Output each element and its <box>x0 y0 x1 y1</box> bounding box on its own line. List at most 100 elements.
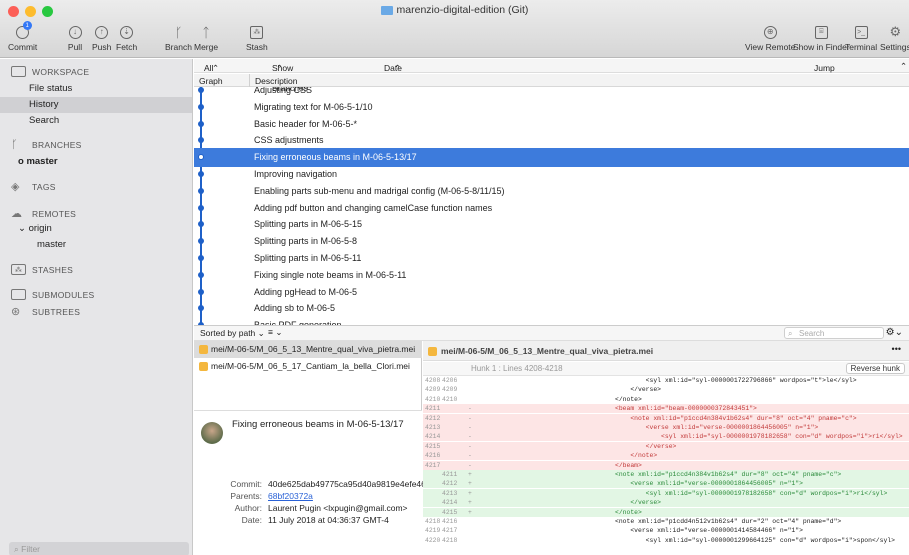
pull-button[interactable]: ↓ Pull <box>66 23 84 52</box>
diff-marker: - <box>468 433 472 441</box>
diff-line[interactable]: 4220 4218 <syl xml:id="syl-00000012996641… <box>423 536 909 545</box>
line-number: 4216 <box>425 452 441 460</box>
diff-code: </beam> <box>615 461 642 469</box>
diff-marker: + <box>468 489 472 497</box>
sidebar-item-search[interactable]: Search <box>0 113 192 129</box>
diff-line-removed[interactable]: 4211 - <beam xml:id="beam-0000000372843451… <box>423 404 909 414</box>
diff-line-removed[interactable]: 4214 - <syl xml:id="syl-0000001978182658"… <box>423 432 909 442</box>
chevron-down-icon: ⌄ <box>18 223 29 234</box>
files-search-input[interactable]: ⌕ Search <box>784 327 884 339</box>
file-row[interactable]: mei/M-06-5/M_06_5_13_Mentre_qual_viva_pi… <box>194 341 422 358</box>
diff-line[interactable]: 4219 4217 <verse xml:id="verse-0000001414… <box>423 526 909 535</box>
show-in-finder-button[interactable]: ⌸ Show in Finder <box>793 23 850 52</box>
branch-button[interactable]: ᚴ Branch <box>165 23 192 53</box>
stash-button[interactable]: ⁂ Stash <box>246 23 268 52</box>
line-number: 4208 <box>425 377 441 384</box>
diff-line-removed[interactable]: 4212 - <note xml:id="p1ccd4n384v1b62s4" d… <box>423 413 909 423</box>
commit-node-icon <box>198 271 204 278</box>
chevron-updown-icon: ⌃ <box>276 63 284 73</box>
diff-line-removed[interactable]: 4216 - </note> <box>423 451 909 461</box>
sidebar-filter-input[interactable]: ⌕ Filter <box>9 542 189 555</box>
line-number: 4217 <box>425 461 441 469</box>
merge-button[interactable]: ᛏ Merge <box>194 23 218 53</box>
gear-icon[interactable]: ⚙⌄ <box>886 327 903 338</box>
diff-marker: - <box>468 424 472 431</box>
sidebar-item-master[interactable]: o master <box>0 154 192 170</box>
remotes-section[interactable]: ☁ REMOTES <box>11 207 76 220</box>
commit-button[interactable]: 1 Commit <box>8 21 37 52</box>
graph-column-header[interactable]: Graph <box>199 76 223 86</box>
commit-node-icon <box>198 204 204 211</box>
more-options-button[interactable]: ••• <box>892 344 901 354</box>
branch-icon: ᚴ <box>11 139 18 151</box>
diff-line-removed[interactable]: 4213 - <verse xml:id="verse-0000001864456… <box>423 423 909 432</box>
chevron-updown-icon[interactable]: ⌃ <box>900 61 907 72</box>
fetch-button[interactable]: ⇣ Fetch <box>116 23 137 52</box>
diff-code: <syl xml:id="syl-0000001978182658" con="… <box>615 489 888 497</box>
terminal-button[interactable]: >_ Terminal <box>845 23 877 52</box>
line-number: 4212 <box>425 414 441 422</box>
commit-node-icon <box>198 305 204 312</box>
branches-section[interactable]: ᚴ BRANCHES <box>11 139 82 151</box>
parent-hash-link[interactable]: 68bf20372a <box>268 491 313 501</box>
modified-file-icon <box>428 347 437 356</box>
stashes-section[interactable]: ⁂ STASHES <box>11 264 73 275</box>
avatar <box>201 422 223 444</box>
list-view-icon[interactable]: ≡ ⌄ <box>268 327 282 338</box>
sidebar-item-history[interactable]: History <box>0 97 192 113</box>
line-number: 4211 <box>425 405 441 413</box>
push-button[interactable]: ↑ Push <box>92 23 111 52</box>
diff-line-added[interactable]: 4211 + <note xml:id="p1ccd4n384v1b62s4" du… <box>423 470 909 479</box>
diff-marker: + <box>468 480 472 488</box>
diff-line-added[interactable]: 4215 + </note> <box>423 507 909 517</box>
diff-code: <syl xml:id="syl-0000001299664125" con="… <box>615 536 895 544</box>
diff-header: mei/M-06-5/M_06_5_13_Mentre_qual_viva_pi… <box>423 341 909 361</box>
column-divider[interactable] <box>249 74 250 87</box>
file-row[interactable]: mei/M-06-5/M_06_5_17_Cantiam_la_bella_Cl… <box>194 358 422 375</box>
view-remote-button[interactable]: ⊕ View Remote <box>745 23 795 52</box>
commit-row[interactable]: Basic PDF generation <box>194 316 909 325</box>
folder-icon <box>380 5 393 15</box>
commit-node-icon <box>198 221 204 228</box>
diff-line[interactable]: 4210 4210 </note> <box>423 395 909 404</box>
tags-section[interactable]: ◈ TAGS <box>11 180 56 193</box>
diff-line[interactable]: 4208 4206 <syl xml:id="syl-00000017227968… <box>423 376 909 385</box>
chevron-updown-icon: ⌃ <box>394 63 402 73</box>
diff-code: </verse> <box>615 499 662 507</box>
title-toolbar: marenzio-digital-edition (Git) 1 Commit … <box>0 0 909 58</box>
sidebar-item-file-status[interactable]: File status <box>0 81 192 97</box>
subtrees-section[interactable]: ⊛ SUBTREES <box>11 305 80 318</box>
diff-code: <verse xml:id="verse-0000001414584466" n… <box>615 527 803 535</box>
reverse-hunk-button[interactable]: Reverse hunk <box>845 363 905 374</box>
diff-line-added[interactable]: 4212 + <verse xml:id="verse-0000001864456… <box>423 479 909 489</box>
diff-line-removed[interactable]: 4217 - </beam> <box>423 460 909 470</box>
sidebar-item-origin-master[interactable]: master <box>0 237 192 253</box>
terminal-icon: >_ <box>852 23 870 41</box>
parents-row: Parents: 68bf20372a <box>230 491 313 501</box>
line-number: 4209 <box>442 386 458 394</box>
settings-button[interactable]: ⚙ Settings <box>880 23 909 52</box>
sort-dropdown[interactable]: Sorted by path ⌄ <box>200 328 265 339</box>
commit-node-icon <box>198 137 204 144</box>
line-number: 4213 <box>442 489 458 497</box>
commit-icon: 1 <box>14 21 32 41</box>
sidebar-item-origin[interactable]: ⌄ origin <box>0 221 192 237</box>
diff-code: </verse> <box>615 442 677 450</box>
subtree-icon: ⊛ <box>11 306 21 318</box>
pull-icon: ↓ <box>66 23 84 41</box>
tag-icon: ◈ <box>11 181 20 193</box>
diff-line[interactable]: 4218 4216 <note xml:id="p1cdd4n512v1b62s4"… <box>423 517 909 526</box>
submodules-section[interactable]: SUBMODULES <box>11 289 95 300</box>
commit-node-icon <box>198 120 204 127</box>
commit-node-icon <box>198 171 204 177</box>
diff-line-added[interactable]: 4213 + <syl xml:id="syl-0000001978182658"… <box>423 488 909 498</box>
diff-code: <note xml:id="p1ccd4n384v1b62s4" dur="8"… <box>615 471 842 478</box>
diff-line-removed[interactable]: 4215 - </verse> <box>423 441 909 451</box>
commit-node-icon <box>198 255 204 261</box>
workspace-section[interactable]: WORKSPACE <box>11 66 89 77</box>
description-column-header[interactable]: Description <box>255 76 298 86</box>
line-number: 4209 <box>425 386 441 394</box>
diff-line-added[interactable]: 4214 + </verse> <box>423 498 909 508</box>
line-number: 4212 <box>442 480 458 488</box>
diff-line[interactable]: 4209 4209 </verse> <box>423 385 909 394</box>
